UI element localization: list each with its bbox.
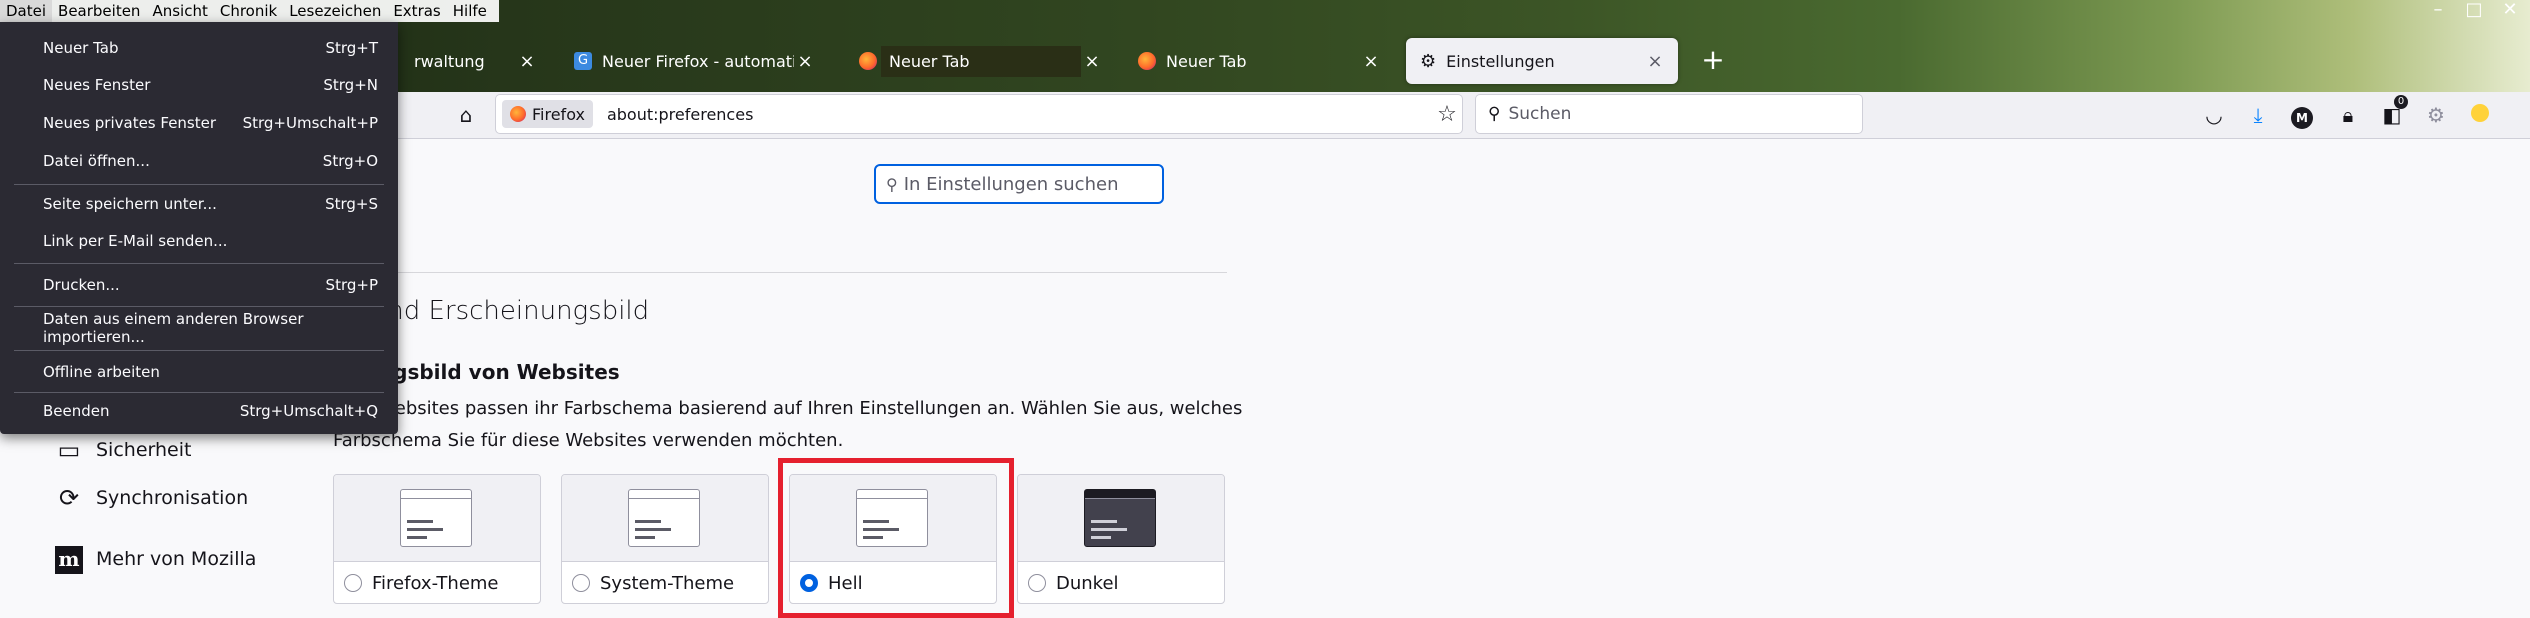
tab-neuer-tab-1[interactable]: Neuer Tab × xyxy=(845,40,1115,82)
sidebar-item-synchronisation[interactable]: ⟳ Synchronisation xyxy=(52,484,248,512)
menu-datei[interactable]: Datei xyxy=(0,0,53,22)
search-input[interactable] xyxy=(1506,103,1831,125)
firefox-icon xyxy=(1138,52,1156,70)
sidebar-item-label: Mehr von Mozilla xyxy=(96,548,257,570)
close-tab-icon[interactable]: × xyxy=(1081,51,1103,72)
menu-item-neues-privates-fenster[interactable]: Neues privates Fenster Strg+Umschalt+P xyxy=(0,108,398,138)
tab-label: Einstellungen xyxy=(1446,51,1555,71)
tab-label: Neuer Tab xyxy=(881,45,1081,77)
menu-item-neuer-tab[interactable]: Neuer Tab Strg+T xyxy=(0,33,398,63)
radio-system-theme[interactable] xyxy=(572,574,590,592)
sidebar-item-sicherheit[interactable]: ▭ Sicherheit xyxy=(52,436,192,464)
menu-separator xyxy=(14,263,384,264)
tab-label: rwaltung xyxy=(414,51,485,71)
sidebar-item-label: Sicherheit xyxy=(96,439,192,461)
menu-item-daten-importieren[interactable]: Daten aus einem anderen Browser importie… xyxy=(0,310,398,346)
tab-site-icon: G xyxy=(574,52,592,70)
close-tab-icon[interactable]: × xyxy=(1644,51,1666,72)
menu-bearbeiten[interactable]: Bearbeiten xyxy=(52,0,146,22)
theme-preview xyxy=(562,475,768,562)
menu-item-link-senden[interactable]: Link per E-Mail senden... xyxy=(0,226,398,256)
url-bar[interactable]: Firefox about:preferences ☆ xyxy=(496,95,1462,133)
lock-icon: ▭ xyxy=(57,436,81,464)
gear-icon: ⚙ xyxy=(1420,50,1437,72)
description-line-2: Farbschema Sie für diese Websites verwen… xyxy=(333,430,844,451)
identity-label: Firefox xyxy=(532,104,585,124)
file-menu-popup: Neuer Tab Strg+T Neues Fenster Strg+N Neue… xyxy=(0,22,398,434)
theme-card-firefox[interactable]: Firefox-Theme xyxy=(333,474,541,604)
description-line-1: Websites passen ihr Farbschema basierend… xyxy=(378,398,1243,419)
theme-preview xyxy=(334,475,540,562)
extension-badge: 0 xyxy=(2394,95,2408,109)
menu-hilfe[interactable]: Hilfe xyxy=(447,0,493,22)
menu-separator xyxy=(14,392,384,393)
radio-firefox-theme[interactable] xyxy=(344,574,362,592)
firefox-icon xyxy=(859,52,877,70)
sync-icon: ⟳ xyxy=(58,484,80,512)
tab-label: Neuer Tab xyxy=(1166,51,1247,71)
extension-yellow-icon[interactable] xyxy=(2466,101,2494,129)
preferences-search-input[interactable] xyxy=(901,172,1156,196)
close-tab-icon[interactable]: × xyxy=(516,51,538,72)
sidebar-item-label: Synchronisation xyxy=(96,487,249,509)
menu-separator xyxy=(14,350,384,351)
theme-preview xyxy=(1018,475,1224,562)
menu-item-seite-speichern[interactable]: Seite speichern unter... Strg+S xyxy=(0,189,398,219)
maximize-button[interactable]: □ xyxy=(2456,0,2492,22)
settings-extension-icon[interactable]: ⚙ xyxy=(2422,101,2450,129)
search-icon: ⚲ xyxy=(1488,104,1501,124)
search-icon: ⚲ xyxy=(886,174,898,194)
lock-extension-icon[interactable]: 🔒︎ xyxy=(2334,101,2362,129)
menu-bar: Datei Bearbeiten Ansicht Chronik Lesezei… xyxy=(0,0,499,22)
account-icon[interactable]: M xyxy=(2288,101,2316,129)
identity-box[interactable]: Firefox xyxy=(502,100,593,128)
home-icon[interactable]: ⌂ xyxy=(452,101,480,129)
close-tab-icon[interactable]: × xyxy=(794,51,816,72)
menu-ansicht[interactable]: Ansicht xyxy=(146,0,213,22)
menu-separator xyxy=(14,306,384,307)
menu-extras[interactable]: Extras xyxy=(387,0,446,22)
tab-einstellungen[interactable]: ⚙ Einstellungen × xyxy=(1406,38,1678,84)
radio-dunkel-theme[interactable] xyxy=(1028,574,1046,592)
bookmark-star-icon[interactable]: ☆ xyxy=(1432,102,1462,127)
theme-card-system[interactable]: System-Theme xyxy=(561,474,769,604)
menu-item-neues-fenster[interactable]: Neues Fenster Strg+N xyxy=(0,70,398,100)
search-bar[interactable]: ⚲ xyxy=(1476,95,1862,133)
pocket-icon[interactable]: ◡ xyxy=(2200,101,2228,129)
theme-label: Firefox-Theme xyxy=(372,572,499,594)
tab-label: Neuer Firefox - automatischer D xyxy=(602,51,794,71)
menu-item-drucken[interactable]: Drucken... Strg+P xyxy=(0,270,398,300)
menu-separator xyxy=(14,184,384,185)
menu-item-offline-arbeiten[interactable]: Offline arbeiten xyxy=(0,357,398,387)
menu-chronik[interactable]: Chronik xyxy=(214,0,283,22)
preferences-search[interactable]: ⚲ xyxy=(874,164,1164,204)
minimize-button[interactable]: – xyxy=(2420,0,2456,22)
menu-item-datei-oeffnen[interactable]: Datei öffnen... Strg+O xyxy=(0,146,398,176)
sidebar-item-mehr-von-mozilla[interactable]: m Mehr von Mozilla xyxy=(52,544,256,574)
menu-item-beenden[interactable]: Beenden Strg+Umschalt+Q xyxy=(0,396,398,426)
close-tab-icon[interactable]: × xyxy=(1360,51,1382,72)
theme-card-dunkel[interactable]: Dunkel xyxy=(1017,474,1225,604)
tab-verwaltung[interactable]: rwaltung × xyxy=(400,40,550,82)
url-text[interactable]: about:preferences xyxy=(607,105,1432,124)
theme-label: Dunkel xyxy=(1056,572,1119,594)
highlight-box xyxy=(778,458,1014,618)
menu-lesezeichen[interactable]: Lesezeichen xyxy=(283,0,387,22)
mozilla-icon: m xyxy=(52,544,86,574)
download-icon[interactable]: ⤓ xyxy=(2244,101,2272,129)
new-tab-button[interactable]: + xyxy=(1696,44,1730,78)
extension-icon[interactable]: ◧ 0 xyxy=(2378,95,2408,129)
section-divider xyxy=(330,272,1227,273)
theme-label: System-Theme xyxy=(600,572,735,594)
close-window-button[interactable]: ✕ xyxy=(2492,0,2528,22)
firefox-icon xyxy=(510,106,526,122)
tab-neuer-tab-2[interactable]: Neuer Tab × xyxy=(1124,40,1394,82)
tab-neuer-firefox[interactable]: G Neuer Firefox - automatischer D × xyxy=(560,40,828,82)
